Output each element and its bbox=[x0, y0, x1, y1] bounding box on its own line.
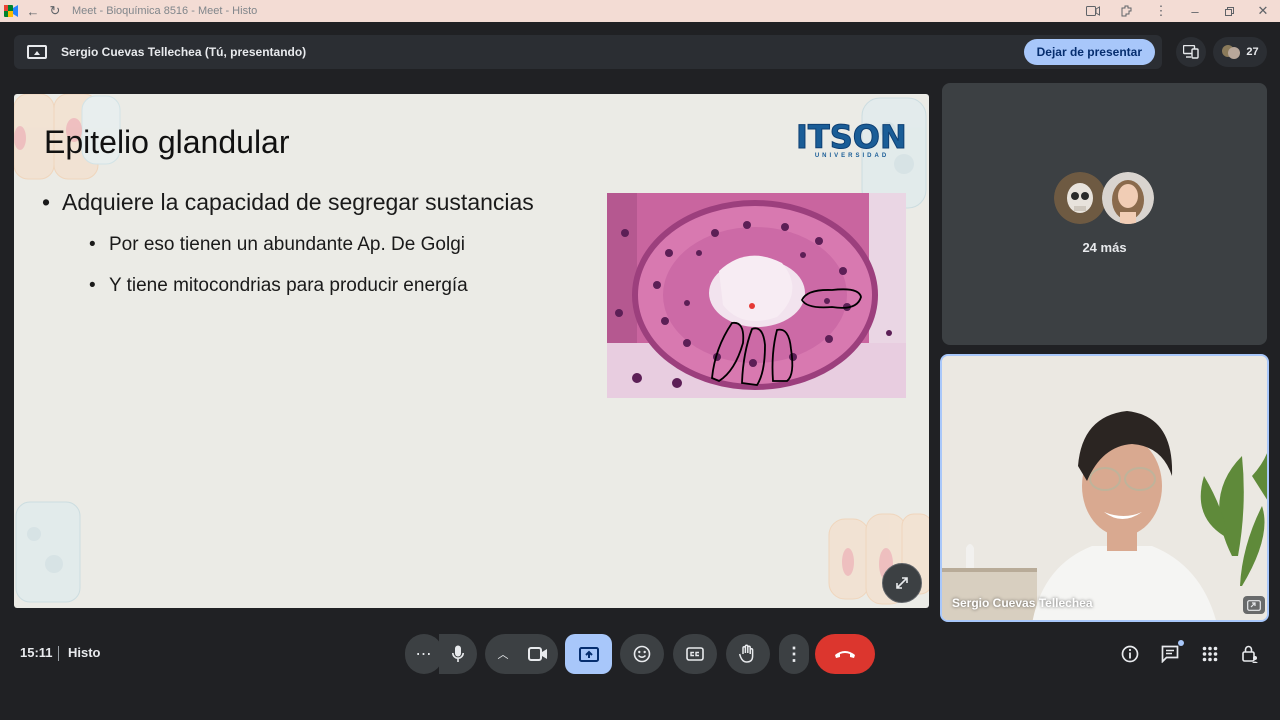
self-video-feed bbox=[942, 356, 1267, 620]
camera-icon bbox=[528, 647, 547, 661]
bullet-marker: • bbox=[89, 275, 96, 296]
meeting-clock: 15:11 bbox=[20, 645, 53, 660]
bullet-marker: • bbox=[42, 189, 51, 215]
reload-icon[interactable]: ↻ bbox=[44, 0, 66, 22]
more-vert-icon[interactable]: ⋮ bbox=[1144, 0, 1178, 22]
closed-captions-icon bbox=[686, 647, 704, 661]
chat-icon bbox=[1161, 645, 1179, 663]
expand-icon bbox=[896, 577, 908, 589]
self-name-label: Sergio Cuevas Tellechea bbox=[952, 596, 1093, 610]
participants-tile[interactable]: 24 más bbox=[942, 83, 1267, 345]
extensions-icon[interactable] bbox=[1110, 0, 1144, 22]
presenting-label: Sergio Cuevas Tellechea (Tú, presentando… bbox=[61, 45, 307, 59]
raise-hand-button[interactable] bbox=[726, 634, 770, 674]
more-options-button[interactable]: ⋮ bbox=[779, 634, 809, 674]
bullet-main-text: Adquiere la capacidad de segregar sustan… bbox=[62, 189, 534, 215]
more-horiz-icon: ⋯ bbox=[415, 646, 433, 663]
presentation-slide: Epitelio glandular • Adquiere la capacida… bbox=[14, 94, 929, 608]
participants-button[interactable]: 27 bbox=[1213, 37, 1267, 67]
pip-toggle-button[interactable] bbox=[1243, 596, 1265, 614]
participants-count: 27 bbox=[1246, 46, 1259, 58]
minimize-icon[interactable]: – bbox=[1178, 0, 1212, 22]
devices-icon bbox=[1183, 45, 1199, 59]
participant-avatar-woman bbox=[1102, 172, 1154, 224]
presenting-banner: Sergio Cuevas Tellechea (Tú, presentando… bbox=[14, 35, 1162, 69]
apps-grid-icon bbox=[1202, 646, 1218, 662]
cast-device-button[interactable] bbox=[1176, 37, 1206, 67]
info-icon bbox=[1121, 645, 1139, 663]
activities-button[interactable] bbox=[1198, 642, 1222, 666]
host-controls-button[interactable] bbox=[1238, 642, 1262, 666]
camera-indicator-icon[interactable] bbox=[1076, 0, 1110, 22]
bullet-sub-2: • Y tiene mitocondrias para producir ener… bbox=[89, 275, 468, 297]
participant-avatar-skull bbox=[1054, 172, 1106, 224]
present-screen-icon bbox=[27, 45, 47, 59]
chat-notification-dot bbox=[1178, 640, 1184, 646]
more-vert-icon: ⋮ bbox=[785, 643, 803, 664]
histology-image bbox=[607, 193, 906, 398]
chevron-up-icon: ︿ bbox=[497, 649, 509, 661]
end-call-icon bbox=[835, 651, 855, 658]
itson-logo: ITSON UNIVERSIDAD bbox=[796, 118, 908, 162]
bullet-sub-2-text: Y tiene mitocondrias para producir energ… bbox=[109, 275, 468, 296]
slide-title: Epitelio glandular bbox=[44, 124, 290, 160]
reactions-button[interactable] bbox=[620, 634, 664, 674]
raise-hand-icon bbox=[739, 644, 754, 663]
lock-person-icon bbox=[1242, 645, 1258, 663]
leave-call-button[interactable] bbox=[815, 634, 875, 674]
browser-titlebar: ← ↻ Meet - Bioquímica 8516 - Meet - Hist… bbox=[0, 0, 1280, 22]
restore-icon[interactable] bbox=[1212, 0, 1246, 22]
emoji-icon bbox=[633, 645, 651, 663]
self-video-tile[interactable]: Sergio Cuevas Tellechea bbox=[940, 354, 1269, 622]
browser-tab-title: Meet - Bioquímica 8516 - Meet - Histo bbox=[72, 5, 258, 17]
present-to-all-icon bbox=[578, 646, 599, 662]
bullet-main: • Adquiere la capacidad de segregar susta… bbox=[42, 189, 534, 216]
microphone-button[interactable] bbox=[439, 634, 477, 674]
participants-avatars-icon bbox=[1222, 45, 1241, 59]
meet-favicon-icon bbox=[0, 0, 22, 22]
logo-text: ITSON bbox=[796, 118, 908, 156]
meeting-name: Histo bbox=[68, 645, 101, 660]
more-participants-label: 24 más bbox=[1082, 240, 1127, 255]
bullet-marker: • bbox=[89, 234, 96, 255]
back-arrow-icon[interactable]: ← bbox=[22, 0, 44, 22]
microphone-icon bbox=[452, 645, 464, 662]
meeting-details-button[interactable] bbox=[1118, 642, 1142, 666]
captions-button[interactable] bbox=[673, 634, 717, 674]
present-screen-button[interactable] bbox=[565, 634, 612, 674]
chat-button[interactable] bbox=[1158, 640, 1184, 666]
more-controls-left-button[interactable]: ⋯ bbox=[405, 634, 443, 674]
camera-button[interactable] bbox=[518, 634, 558, 674]
camera-options-button[interactable]: ︿ bbox=[485, 634, 521, 674]
picture-in-picture-icon bbox=[1247, 599, 1261, 611]
stop-presenting-button[interactable]: Dejar de presentar bbox=[1023, 39, 1155, 65]
expand-presentation-button[interactable] bbox=[882, 563, 922, 603]
bullet-sub-1: • Por eso tienen un abundante Ap. De Golg… bbox=[89, 234, 465, 256]
close-window-icon[interactable]: ✕ bbox=[1246, 0, 1280, 22]
bullet-sub-1-text: Por eso tienen un abundante Ap. De Golgi bbox=[109, 234, 465, 255]
footer-separator bbox=[58, 646, 59, 661]
